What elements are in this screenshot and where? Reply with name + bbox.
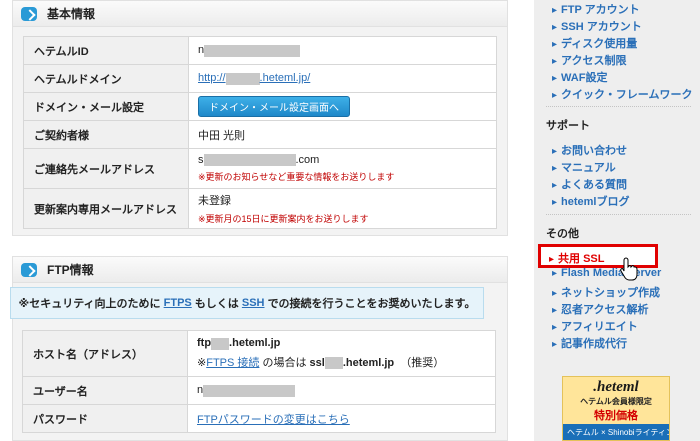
value-text: .com: [295, 153, 320, 166]
row-label: 更新案内専用メールアドレス: [23, 188, 189, 229]
row-label: ご連絡先メールアドレス: [23, 148, 189, 189]
contractor-name: 中田 光則: [188, 120, 497, 149]
sidebar-item-netshop[interactable]: ネットショップ作成: [552, 284, 660, 300]
domain-mail-settings-button[interactable]: ドメイン・メール設定画面へ: [198, 96, 350, 117]
sidebar-item-ftp-account[interactable]: FTP アカウント: [552, 1, 640, 17]
main-content: 基本情報 ヘテムルID n ヘテムルドメイン http:// .heteml.jp…: [0, 0, 516, 441]
table-row: ホスト名（アドレス） ftp .heteml.jp ※FTPS 接続 の場合は s…: [22, 330, 496, 377]
notice-text: での接続を行うことをお奨めいたします。: [267, 298, 476, 310]
row-label: ドメイン・メール設定: [23, 92, 189, 121]
ssh-link[interactable]: SSH: [242, 297, 265, 309]
renewal-email-note: ※更新月の15日に更新案内をお送りします: [198, 214, 369, 224]
row-label: ヘテムルドメイン: [23, 64, 189, 93]
basic-info-header: 基本情報: [13, 1, 507, 27]
sidebar-support-title: サポート: [546, 120, 590, 132]
contact-email-cell: s .com ※更新のお知らせなど重要な情報をお送りします: [188, 148, 497, 189]
redacted-block: [204, 44, 301, 57]
table-row: ヘテムルID n: [23, 36, 497, 65]
sidebar-item-blog[interactable]: hetemlブログ: [552, 193, 629, 209]
ftp-info-header: FTP情報: [13, 257, 507, 283]
value-text: ftp: [197, 337, 212, 350]
notice-text: もしくは: [194, 298, 239, 310]
redacted-block: [324, 356, 343, 369]
table-row: ドメイン・メール設定 ドメイン・メール設定画面へ: [23, 92, 497, 121]
sidebar-item-disk-usage[interactable]: ディスク使用量: [552, 35, 637, 51]
banner-line-2: 特別価格: [594, 410, 638, 422]
ftp-info-table: ホスト名（アドレス） ftp .heteml.jp ※FTPS 接続 の場合は s…: [22, 330, 496, 433]
sidebar-divider: [546, 214, 691, 215]
basic-info-table: ヘテムルID n ヘテムルドメイン http:// .heteml.jp/ ドメイ…: [23, 36, 497, 229]
table-row: ヘテムルドメイン http:// .heteml.jp/: [23, 64, 497, 93]
row-label: ユーザー名: [22, 376, 188, 405]
value-text: ssl: [309, 356, 325, 369]
security-notice: ※セキュリティ向上のために FTPS もしくは SSH での接続を行うことをお奨…: [10, 287, 484, 319]
row-label: ご契約者様: [23, 120, 189, 149]
sidebar-item-article-writing[interactable]: 記事作成代行: [552, 335, 627, 351]
heteml-id-value: n: [188, 36, 497, 65]
sidebar-other-title: その他: [546, 228, 579, 240]
basic-info-panel: 基本情報 ヘテムルID n ヘテムルドメイン http:// .heteml.jp…: [12, 0, 508, 236]
table-row: ユーザー名 n: [22, 376, 496, 405]
redacted-block: [203, 154, 296, 167]
ftp-info-title: FTP情報: [47, 263, 94, 277]
table-row: 更新案内専用メールアドレス 未登録 ※更新月の15日に更新案内をお送りします: [23, 188, 497, 229]
redacted-block: [211, 337, 230, 350]
sidebar-item-faq[interactable]: よくある質問: [552, 176, 627, 192]
row-label: ホスト名（アドレス）: [22, 330, 188, 377]
domain-mail-cell: ドメイン・メール設定画面へ: [188, 92, 497, 121]
sidebar-item-quick-framework[interactable]: クイック・フレームワーク: [552, 86, 692, 102]
value-text: .heteml.jp: [342, 356, 395, 369]
table-row: ご契約者様 中田 光則: [23, 120, 497, 149]
sidebar-item-access-restriction[interactable]: アクセス制限: [552, 52, 626, 68]
hand-cursor-icon: [620, 257, 638, 281]
section-arrow-icon: [21, 262, 37, 277]
promo-banner[interactable]: .heteml ヘテムル会員様限定 特別価格 ヘテムル × Shinobiライテ…: [562, 376, 670, 441]
sidebar-item-ninja-analytics[interactable]: 忍者アクセス解析: [552, 301, 648, 317]
link-text[interactable]: http://: [198, 72, 226, 84]
sidebar-divider: [546, 106, 691, 107]
renewal-email-value: 未登録: [198, 195, 231, 207]
sidebar-item-contact[interactable]: お問い合わせ: [552, 142, 627, 158]
sidebar-item-manual[interactable]: マニュアル: [552, 159, 616, 175]
link-text[interactable]: .heteml.jp/: [260, 72, 311, 84]
sidebar-item-shared-ssl[interactable]: 共用 SSL: [549, 250, 604, 266]
value-text: （推奨）: [400, 356, 445, 369]
redacted-block: [203, 384, 296, 397]
row-label: ヘテムルID: [23, 36, 189, 65]
ftp-password-cell: FTPパスワードの変更はこちら: [187, 404, 496, 433]
sidebar-item-ssh-account[interactable]: SSH アカウント: [552, 18, 642, 34]
notice-text: ※セキュリティ向上のために: [18, 298, 161, 310]
contact-email-note: ※更新のお知らせなど重要な情報をお送りします: [198, 172, 395, 183]
section-arrow-icon: [21, 6, 37, 21]
ftp-password-change-link[interactable]: FTPパスワードの変更はこちら: [197, 414, 350, 426]
heteml-logo: .heteml: [593, 379, 639, 395]
basic-info-title: 基本情報: [47, 7, 96, 21]
heteml-domain-link[interactable]: http:// .heteml.jp/: [188, 64, 497, 93]
table-row: パスワード FTPパスワードの変更はこちら: [22, 404, 496, 433]
renewal-email-cell: 未登録 ※更新月の15日に更新案内をお送りします: [188, 188, 497, 229]
ftps-link[interactable]: FTPS: [164, 297, 192, 309]
ftps-connection-link[interactable]: FTPS 接続: [206, 357, 259, 369]
banner-line-1: ヘテムル会員様限定: [580, 397, 652, 406]
sidebar-item-flash-media-server[interactable]: Flash Media Server: [552, 267, 661, 279]
banner-line-3: ヘテムル × Shinobiライティング: [563, 424, 669, 440]
sidebar-item-affiliate[interactable]: アフィリエイト: [552, 318, 638, 334]
value-text: ※: [197, 356, 207, 369]
shared-ssl-highlight[interactable]: 共用 SSL: [538, 244, 658, 268]
table-row: ご連絡先メールアドレス s .com ※更新のお知らせなど重要な情報をお送りします: [23, 148, 497, 189]
redacted-block: [225, 72, 260, 85]
sidebar-item-waf[interactable]: WAF設定: [552, 69, 607, 85]
row-label: パスワード: [22, 404, 188, 433]
host-cell: ftp .heteml.jp ※FTPS 接続 の場合は ssl .heteml.j…: [187, 330, 496, 377]
value-text: .heteml.jp: [229, 337, 281, 350]
ftp-username-cell: n: [187, 376, 496, 405]
value-text: の場合は: [262, 356, 307, 369]
